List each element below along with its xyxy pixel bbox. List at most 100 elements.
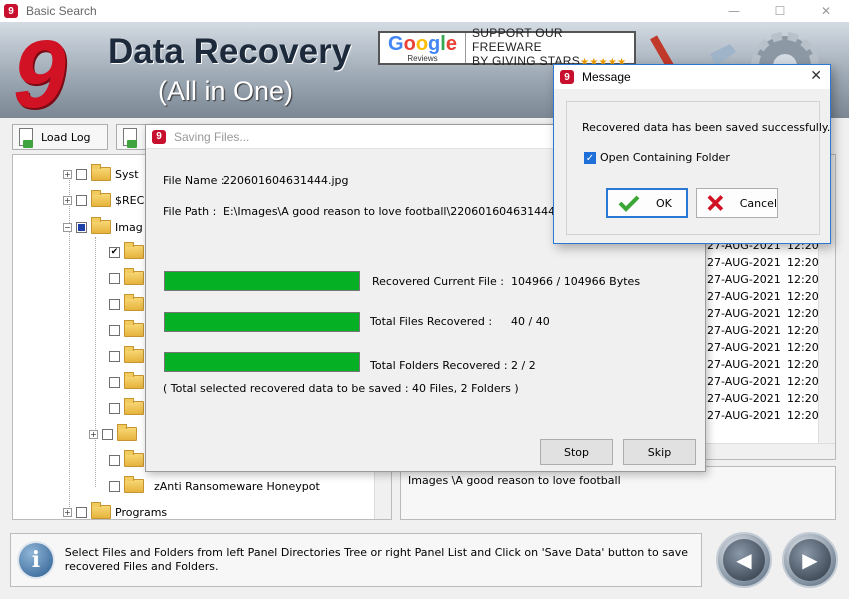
time-cell: 12:20 xyxy=(787,290,819,303)
tree-item[interactable]: + xyxy=(89,424,137,444)
tree-item[interactable]: ✔ xyxy=(109,242,144,262)
files-recovered-label: Total Files Recovered : xyxy=(370,315,493,328)
folder-icon xyxy=(124,398,144,415)
stop-button[interactable]: Stop xyxy=(540,439,613,465)
folder-icon xyxy=(124,476,144,493)
file-path-value: E:\Images\A good reason to love football… xyxy=(223,205,576,218)
tree-item[interactable]: zAnti Ransomeware Honeypot xyxy=(109,476,320,496)
tree-item-label: Syst xyxy=(115,167,139,181)
table-row[interactable]: 27-AUG-2021 12:20 xyxy=(707,392,819,409)
date-cell: 27-AUG-2021 xyxy=(707,324,781,337)
open-folder-checkbox[interactable]: ✓ xyxy=(584,151,596,164)
table-row[interactable]: 27-AUG-2021 12:20 xyxy=(707,409,819,426)
tree-item[interactable]: + Syst xyxy=(63,164,139,184)
tree-checkbox[interactable] xyxy=(76,168,87,180)
tree-item-label: Imag xyxy=(115,220,143,234)
ok-label: OK xyxy=(656,196,672,210)
load-log-icon xyxy=(19,128,33,148)
expand-icon[interactable]: + xyxy=(63,507,72,517)
folder-icon xyxy=(124,242,144,259)
next-button[interactable]: ▶ xyxy=(782,532,838,588)
data-recovery-icon: 9 xyxy=(560,70,574,84)
tree-checkbox[interactable] xyxy=(109,298,120,310)
data-recovery-icon: 9 xyxy=(152,129,166,144)
table-row[interactable]: 27-AUG-2021 12:20 xyxy=(707,358,819,375)
info-icon: i xyxy=(17,541,55,579)
tree-checkbox[interactable] xyxy=(109,350,120,362)
folder-icon xyxy=(124,372,144,389)
tree-item[interactable] xyxy=(109,398,144,418)
tree-checkbox[interactable] xyxy=(76,506,87,518)
ok-button[interactable]: OK xyxy=(606,188,688,218)
tree-checkbox[interactable] xyxy=(76,194,87,206)
tree-item[interactable]: − Imag xyxy=(63,217,143,237)
close-window-button[interactable]: ✕ xyxy=(803,0,849,22)
folders-recovered-label: Total Folders Recovered : xyxy=(370,359,508,372)
tree-checkbox[interactable] xyxy=(102,428,113,440)
current-file-progress-bar xyxy=(164,271,360,291)
folder-icon xyxy=(124,346,144,363)
support-freeware-text: SUPPORT OUR FREEWARE xyxy=(472,26,563,54)
data-recovery-icon: 9 xyxy=(4,4,18,18)
time-cell: 12:20 xyxy=(787,409,819,422)
file-name-label: File Name : xyxy=(163,174,225,187)
date-cell: 27-AUG-2021 xyxy=(707,273,781,286)
message-dialog: 9 Message ✕ Recovered data has been save… xyxy=(553,64,831,244)
expand-icon[interactable]: + xyxy=(63,195,72,205)
tree-item[interactable] xyxy=(109,268,144,288)
close-icon[interactable]: ✕ xyxy=(810,68,822,84)
logo-icon: 9 xyxy=(4,22,78,118)
save-data-icon xyxy=(123,128,137,148)
table-row[interactable]: 27-AUG-2021 12:20 xyxy=(707,273,819,290)
cancel-button[interactable]: Cancel xyxy=(696,188,778,218)
tree-item[interactable] xyxy=(109,372,144,392)
tree-checkbox[interactable] xyxy=(109,376,120,388)
tree-checkbox[interactable] xyxy=(109,454,120,466)
tree-item-label: $REC xyxy=(115,193,145,207)
date-cell: 27-AUG-2021 xyxy=(707,307,781,320)
tree-item[interactable] xyxy=(109,294,144,314)
tree-checkbox[interactable] xyxy=(109,324,120,336)
cancel-label: Cancel xyxy=(739,196,777,210)
table-row[interactable]: 27-AUG-2021 12:20 xyxy=(707,341,819,358)
window-title-bar: 9 Basic Search — ☐ ✕ xyxy=(0,0,849,22)
tree-item[interactable]: + Programs xyxy=(63,502,167,519)
time-cell: 12:20 xyxy=(787,358,819,371)
folder-icon xyxy=(117,424,137,441)
current-file-label: Recovered Current File : xyxy=(372,275,504,288)
tree-checkbox[interactable] xyxy=(109,272,120,284)
tree-checkbox[interactable] xyxy=(76,221,87,233)
expand-icon[interactable]: + xyxy=(89,429,98,439)
message-dialog-title: Message xyxy=(582,70,631,84)
time-cell: 12:20 xyxy=(787,273,819,286)
date-cell: 27-AUG-2021 xyxy=(707,256,781,269)
date-cell: 27-AUG-2021 xyxy=(707,392,781,405)
table-row[interactable]: 27-AUG-2021 12:20 xyxy=(707,307,819,324)
window-title: Basic Search xyxy=(26,4,97,18)
file-path-label: File Path : xyxy=(163,205,217,218)
tree-checkbox[interactable] xyxy=(109,402,120,414)
back-button[interactable]: ◀ xyxy=(716,532,772,588)
minimize-button[interactable]: — xyxy=(711,0,757,22)
tree-checkbox[interactable] xyxy=(109,480,120,492)
tree-item[interactable]: + $REC xyxy=(63,190,144,210)
skip-button[interactable]: Skip xyxy=(623,439,696,465)
maximize-button[interactable]: ☐ xyxy=(757,0,803,22)
table-row[interactable]: 27-AUG-2021 12:20 xyxy=(707,256,819,273)
tree-item[interactable] xyxy=(109,450,144,470)
table-row[interactable]: 27-AUG-2021 12:20 xyxy=(707,324,819,341)
open-folder-checkbox-row[interactable]: ✓ Open Containing Folder xyxy=(584,151,730,164)
saving-summary: ( Total selected recovered data to be sa… xyxy=(163,382,519,395)
date-cell: 27-AUG-2021 xyxy=(707,290,781,303)
collapse-icon[interactable]: − xyxy=(63,222,72,232)
expand-icon[interactable]: + xyxy=(63,169,72,179)
google-reviews-badge[interactable]: Google Reviews SUPPORT OUR FREEWARE BY G… xyxy=(378,26,636,68)
table-row[interactable]: 27-AUG-2021 12:20 xyxy=(707,375,819,392)
load-log-button[interactable]: Load Log xyxy=(12,124,108,150)
tree-checkbox[interactable]: ✔ xyxy=(109,246,120,258)
tree-item[interactable] xyxy=(109,346,144,366)
folders-progress-bar xyxy=(164,352,360,372)
table-row[interactable]: 27-AUG-2021 12:20 xyxy=(707,290,819,307)
tree-item[interactable] xyxy=(109,320,144,340)
status-bar: i Select Files and Folders from left Pan… xyxy=(10,533,702,587)
